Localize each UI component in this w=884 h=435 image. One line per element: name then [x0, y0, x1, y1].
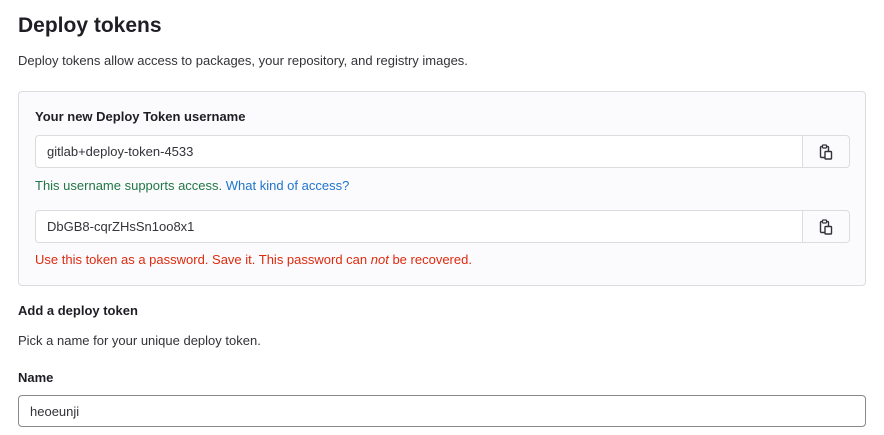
name-input[interactable]: [18, 395, 866, 427]
username-field: gitlab+deploy-token-4533: [35, 135, 850, 168]
name-label: Name: [18, 370, 54, 385]
token-warning-prefix: Use this token as a password. Save it. T…: [35, 252, 371, 267]
username-label: Your new Deploy Token username: [35, 109, 246, 124]
access-help-link[interactable]: What kind of access?: [226, 178, 350, 193]
token-field: DbGB8-cqrZHsSn1oo8x1: [35, 210, 850, 243]
add-token-title: Add a deploy token: [18, 303, 138, 318]
clipboard-icon: [819, 143, 833, 160]
page-title: Deploy tokens: [18, 14, 162, 37]
page-description: Deploy tokens allow access to packages, …: [18, 53, 468, 68]
token-warning-suffix: be recovered.: [388, 252, 472, 267]
username-help: This username supports access. What kind…: [35, 178, 349, 193]
add-token-description: Pick a name for your unique deploy token…: [18, 333, 261, 348]
token-warning-emphasis: not: [370, 252, 389, 267]
copy-token-button[interactable]: [802, 211, 849, 242]
username-value[interactable]: gitlab+deploy-token-4533: [36, 136, 802, 167]
username-help-text: This username supports access.: [35, 178, 223, 193]
deploy-tokens-page: Deploy tokens Deploy tokens allow access…: [0, 0, 884, 435]
new-token-panel: Your new Deploy Token username gitlab+de…: [18, 91, 866, 286]
clipboard-icon: [819, 218, 833, 235]
token-value[interactable]: DbGB8-cqrZHsSn1oo8x1: [36, 211, 802, 242]
copy-username-button[interactable]: [802, 136, 849, 167]
token-warning: Use this token as a password. Save it. T…: [35, 252, 472, 267]
